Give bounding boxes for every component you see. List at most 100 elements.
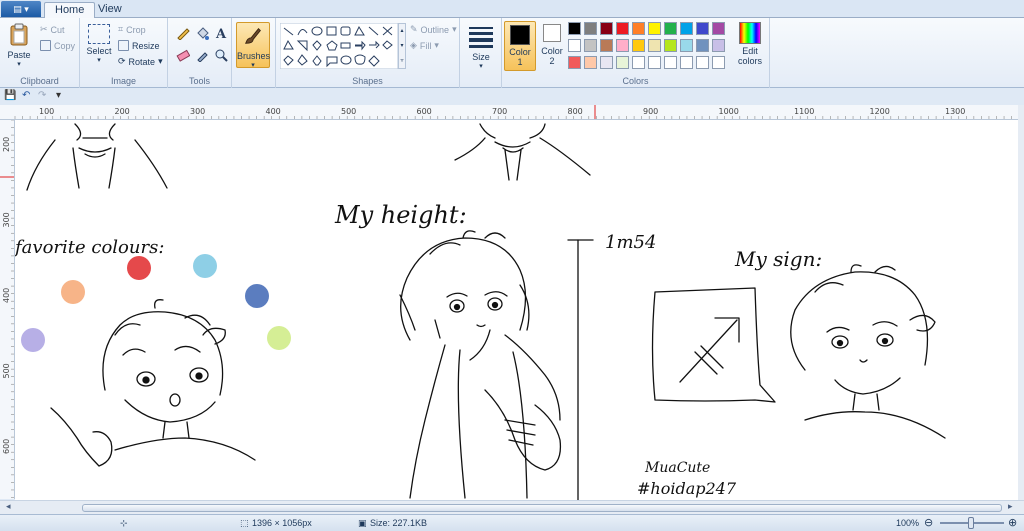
tab-view[interactable]: View bbox=[88, 2, 132, 19]
zoom-slider[interactable] bbox=[940, 517, 1004, 529]
palette-swatch[interactable] bbox=[584, 56, 597, 69]
palette-swatch[interactable] bbox=[648, 22, 661, 35]
shapes-gallery[interactable] bbox=[280, 23, 398, 69]
color-palette bbox=[568, 22, 738, 72]
palette-swatch[interactable] bbox=[632, 22, 645, 35]
sketch-girl-height bbox=[399, 230, 562, 499]
ruler-horizontal: 100 200 300 400 500 600 700 800 900 1000 1100 1200 1… bbox=[0, 105, 1024, 120]
palette-swatch[interactable] bbox=[632, 56, 645, 69]
palette-swatch[interactable] bbox=[664, 22, 677, 35]
palette-swatch[interactable] bbox=[664, 56, 677, 69]
brush-icon bbox=[245, 27, 261, 44]
scroll-left-arrow-icon[interactable]: ◂ bbox=[6, 501, 11, 512]
palette-swatch[interactable] bbox=[648, 56, 661, 69]
quick-access-toolbar: 💾 ↶ ↷ ▾ bbox=[0, 89, 1024, 104]
palette-swatch[interactable] bbox=[712, 39, 725, 52]
outline-button[interactable]: ✎ Outline ▾ bbox=[410, 24, 457, 35]
paste-button[interactable]: Paste ▾ bbox=[4, 22, 34, 68]
select-button[interactable]: Select ▾ bbox=[84, 24, 114, 64]
zoom-out-icon[interactable]: ⊖ bbox=[924, 516, 933, 529]
ruler-label: 500 bbox=[2, 363, 11, 378]
group-image: Select ▾ ⌗ Crop Resize ⟳ Rotate ▾ Image bbox=[80, 18, 168, 88]
size-button[interactable]: Size ▾ bbox=[466, 24, 496, 70]
ruler-label: 200 bbox=[115, 107, 130, 116]
app-menu-button[interactable]: ▤ ▾ bbox=[1, 1, 41, 17]
zoom-slider-thumb[interactable] bbox=[968, 517, 974, 529]
palette-swatch[interactable] bbox=[680, 56, 693, 69]
redo-icon[interactable]: ↷ bbox=[38, 90, 46, 101]
crop-button[interactable]: ⌗ Crop bbox=[118, 24, 146, 35]
palette-swatch[interactable] bbox=[616, 56, 629, 69]
palette-swatch[interactable] bbox=[664, 39, 677, 52]
ruler-label: 1200 bbox=[870, 107, 890, 116]
colors-group-label: Colors bbox=[622, 76, 649, 86]
group-shapes: ▴ ▾ ▿ ✎ Outline ▾ ◈ Fill ▾ Shapes bbox=[276, 18, 460, 88]
shapes-scroll[interactable]: ▴ ▾ ▿ bbox=[398, 23, 406, 69]
palette-swatch[interactable] bbox=[712, 22, 725, 35]
palette-swatch[interactable] bbox=[568, 56, 581, 69]
customize-qat-icon[interactable]: ▾ bbox=[56, 90, 61, 101]
resize-label: Resize bbox=[132, 40, 160, 51]
horizontal-scroll-thumb[interactable] bbox=[82, 504, 1002, 512]
select-label: Select bbox=[86, 46, 112, 56]
palette-swatch[interactable] bbox=[632, 39, 645, 52]
brushes-button[interactable]: Brushes ▾ bbox=[236, 22, 270, 69]
zoom-in-icon[interactable]: ⊕ bbox=[1008, 516, 1017, 529]
palette-swatch[interactable] bbox=[600, 56, 613, 69]
palette-swatch[interactable] bbox=[696, 22, 709, 35]
color1-button[interactable]: Color 1 bbox=[504, 21, 536, 71]
undo-icon[interactable]: ↶ bbox=[22, 90, 30, 101]
palette-swatch[interactable] bbox=[568, 22, 581, 35]
palette-swatch[interactable] bbox=[696, 39, 709, 52]
resize-button[interactable]: Resize bbox=[118, 40, 160, 51]
color2-button[interactable]: Color 2 bbox=[538, 24, 566, 66]
size-label: Size bbox=[472, 52, 490, 62]
eraser-icon[interactable] bbox=[176, 48, 190, 62]
palette-swatch[interactable] bbox=[568, 39, 581, 52]
color-picker-icon[interactable] bbox=[195, 48, 209, 62]
palette-swatch[interactable] bbox=[616, 22, 629, 35]
palette-swatch[interactable] bbox=[600, 39, 613, 52]
my-height-text: My height: bbox=[334, 201, 467, 229]
palette-swatch[interactable] bbox=[600, 22, 613, 35]
color1-label: Color bbox=[509, 47, 531, 57]
horizontal-scrollbar[interactable]: ◂ ▸ bbox=[0, 500, 1024, 514]
palette-swatch[interactable] bbox=[712, 56, 725, 69]
copy-button[interactable]: Copy bbox=[40, 40, 75, 51]
palette-swatch[interactable] bbox=[680, 22, 693, 35]
color-wheel-icon bbox=[739, 22, 761, 44]
image-dimensions: 1396 × 1056px bbox=[252, 518, 312, 528]
palette-swatch[interactable] bbox=[584, 39, 597, 52]
edit-colors-button[interactable]: Edit colors bbox=[734, 22, 766, 66]
ribbon-tab-bar: ▤ ▾ Home View bbox=[0, 0, 1024, 19]
fill-button[interactable]: ◈ Fill ▾ bbox=[410, 40, 439, 51]
cut-label: Cut bbox=[50, 24, 65, 35]
chevron-down-icon: ▾ bbox=[17, 61, 21, 68]
ruler-label: 1000 bbox=[719, 107, 739, 116]
fill-bucket-icon[interactable] bbox=[195, 26, 209, 40]
copy-icon bbox=[40, 40, 51, 51]
palette-swatch[interactable] bbox=[696, 56, 709, 69]
palette-swatch[interactable] bbox=[616, 39, 629, 52]
palette-swatch[interactable] bbox=[584, 22, 597, 35]
rotate-button[interactable]: ⟳ Rotate ▾ bbox=[118, 56, 163, 67]
ruler-label: 900 bbox=[643, 107, 658, 116]
save-icon[interactable]: 💾 bbox=[4, 90, 16, 101]
ruler-vertical: 200 300 400 500 600 bbox=[0, 120, 15, 499]
scroll-right-arrow-icon[interactable]: ▸ bbox=[1008, 501, 1013, 512]
palette-swatch[interactable] bbox=[648, 39, 661, 52]
text-tool-icon[interactable]: A bbox=[214, 26, 228, 40]
cut-button[interactable]: ✂ Cut bbox=[40, 24, 65, 35]
drawing-canvas[interactable]: favorite colours: My height: 1m54 My sig… bbox=[15, 120, 1018, 500]
chevron-down-icon: ▾ bbox=[434, 40, 439, 50]
ruler-label: 1300 bbox=[945, 107, 965, 116]
sketch-girl-sign bbox=[790, 264, 946, 439]
rotate-label: Rotate bbox=[128, 56, 156, 67]
palette-swatch[interactable] bbox=[680, 39, 693, 52]
ruler-label: 100 bbox=[39, 107, 54, 116]
pencil-icon[interactable] bbox=[176, 26, 190, 40]
vertical-scrollbar[interactable] bbox=[1018, 105, 1024, 500]
ruler-label: 700 bbox=[492, 107, 507, 116]
magnifier-icon[interactable] bbox=[214, 48, 228, 62]
color2-number: 2 bbox=[549, 56, 555, 66]
